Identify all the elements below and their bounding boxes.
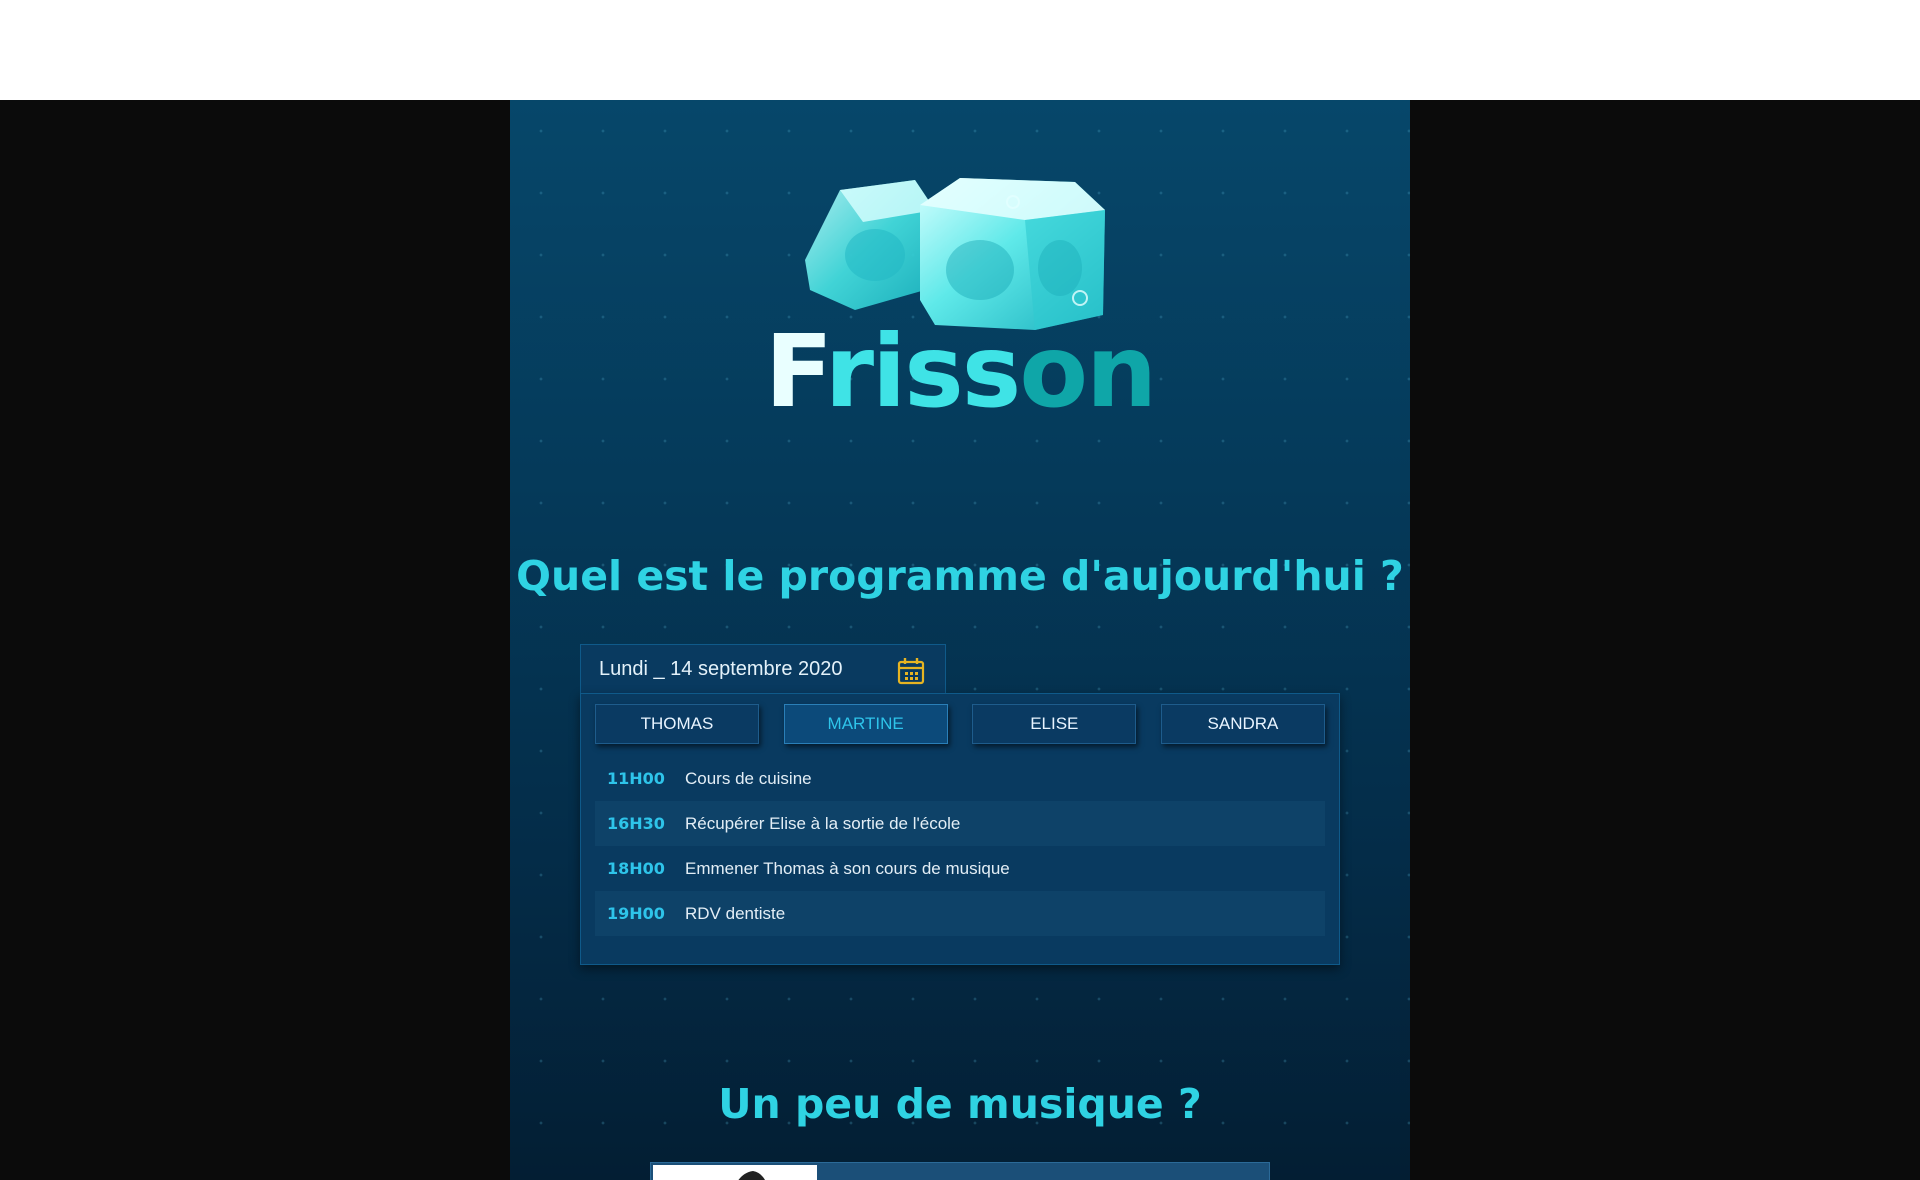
- date-picker[interactable]: Lundi _ 14 septembre 2020: [580, 644, 946, 694]
- calendar-icon[interactable]: [897, 657, 925, 685]
- schedule-task: Cours de cuisine: [685, 768, 812, 788]
- schedule-time: 11H00: [607, 769, 665, 788]
- album-cover-image: [653, 1165, 817, 1180]
- schedule-time: 16H30: [607, 814, 665, 833]
- date-text: Lundi _ 14 septembre 2020: [599, 658, 843, 680]
- music-section-title: Un peu de musique ?: [718, 1080, 1202, 1128]
- schedule-task: RDV dentiste: [685, 903, 786, 923]
- tab-elise[interactable]: ELISE: [972, 704, 1137, 744]
- top-white-bar: [0, 0, 1920, 100]
- main-panel: Frisson Quel est le programme d'aujourd'…: [510, 100, 1410, 1180]
- music-player-card[interactable]: [650, 1162, 1270, 1180]
- schedule-list: 11H00 Cours de cuisine 16H30 Récupérer E…: [595, 756, 1325, 936]
- schedule-row[interactable]: 16H30 Récupérer Elise à la sortie de l'é…: [595, 801, 1325, 846]
- frisson-wordmark: Frisson: [764, 313, 1157, 430]
- schedule-section-title: Quel est le programme d'aujourd'hui ?: [516, 552, 1404, 600]
- tab-thomas[interactable]: THOMAS: [595, 704, 759, 744]
- schedule-time: 18H00: [607, 859, 665, 878]
- schedule-time: 19H00: [607, 904, 665, 923]
- schedule-task: Emmener Thomas à son cours de musique: [685, 858, 1010, 878]
- schedule-row[interactable]: 19H00 RDV dentiste: [595, 891, 1325, 936]
- frisson-logo: Frisson: [510, 100, 1410, 440]
- daily-planner: THOMAS MARTINE ELISE SANDRA 11H00 Cours …: [580, 693, 1340, 965]
- ice-cubes-icon: [805, 178, 1105, 330]
- schedule-row[interactable]: 18H00 Emmener Thomas à son cours de musi…: [595, 846, 1325, 891]
- tab-sandra[interactable]: SANDRA: [1160, 704, 1325, 744]
- tab-martine[interactable]: MARTINE: [783, 704, 948, 744]
- person-tabs: THOMAS MARTINE ELISE SANDRA: [595, 704, 1325, 746]
- schedule-task: Récupérer Elise à la sortie de l'école: [685, 813, 961, 833]
- schedule-row[interactable]: 11H00 Cours de cuisine: [595, 756, 1325, 801]
